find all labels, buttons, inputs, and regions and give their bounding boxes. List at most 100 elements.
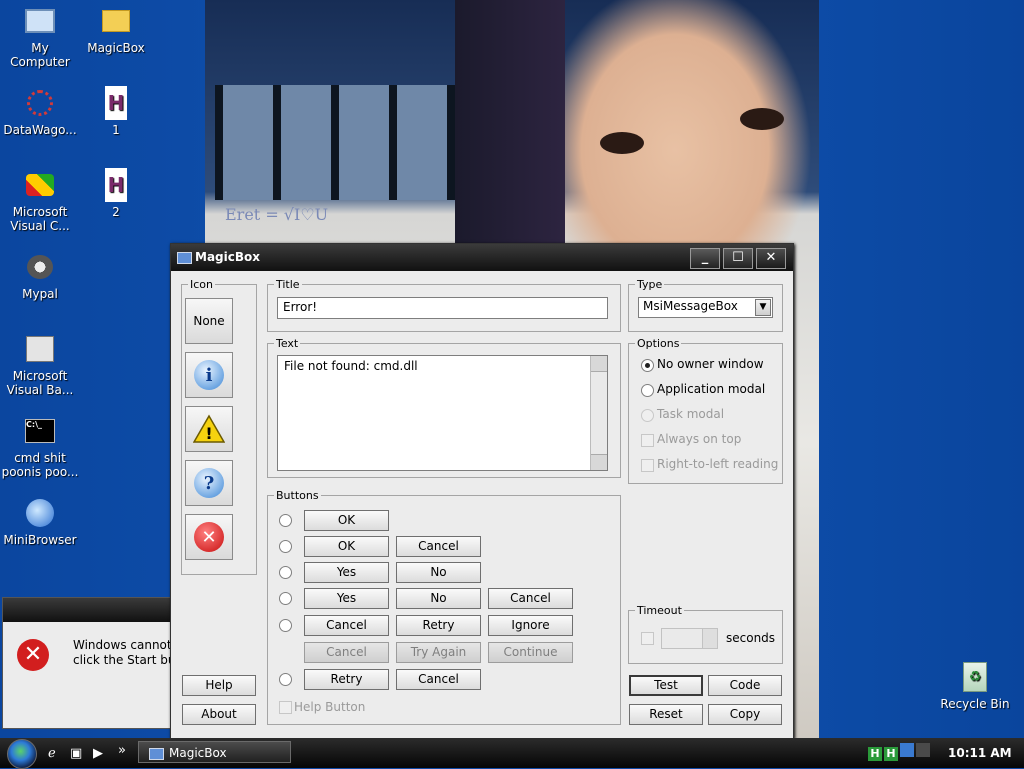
icon-error-button[interactable]: ✕	[185, 514, 233, 560]
desktop-icon-label: Microsoft Visual C...	[10, 205, 70, 233]
icon-none-button[interactable]: None	[185, 298, 233, 344]
retry-button-option[interactable]: Retry	[396, 615, 481, 636]
message-text-area[interactable]: File not found: cmd.dll	[277, 355, 608, 471]
magicbox-titlebar[interactable]: MagicBox _ ☐ ✕	[171, 244, 793, 271]
tray-network-icon[interactable]	[900, 743, 914, 757]
buttons-group-legend: Buttons	[276, 489, 319, 502]
desktop-icon-visual-c[interactable]: Microsoft Visual C...	[0, 168, 80, 233]
tray-h-icon[interactable]: H	[884, 747, 898, 761]
information-icon: i	[194, 360, 224, 390]
internet-explorer-icon[interactable]: ℯ	[48, 746, 56, 761]
raccoon-icon	[23, 250, 57, 284]
always-on-top-checkbox[interactable]	[641, 434, 654, 447]
yes-button-option[interactable]: Yes	[304, 588, 389, 609]
task-modal-radio[interactable]	[641, 409, 654, 422]
taskbar-clock[interactable]: 10:11 AM	[948, 746, 1012, 760]
spinner-arrows-icon[interactable]	[702, 629, 717, 648]
error-icon: ✕	[17, 639, 49, 671]
system-tray: HH	[868, 743, 932, 761]
scroll-down-arrow-icon[interactable]	[591, 454, 607, 470]
timeout-checkbox[interactable]	[641, 632, 654, 645]
tray-shield-icon[interactable]	[916, 743, 930, 757]
buttons-row-3-radio[interactable]	[279, 566, 292, 579]
about-button[interactable]: About	[182, 704, 256, 725]
media-player-icon[interactable]: ▶	[93, 746, 103, 761]
right-to-left-checkbox[interactable]	[641, 459, 654, 472]
retry-button-option[interactable]: Retry	[304, 669, 389, 690]
minimize-button[interactable]: _	[690, 248, 720, 269]
ignore-button-option[interactable]: Ignore	[488, 615, 573, 636]
magicbox-app-icon	[149, 748, 164, 760]
start-orb-icon[interactable]	[7, 739, 37, 769]
desktop-icon-label: Microsoft Visual Ba...	[6, 369, 74, 397]
desktop-icon-2[interactable]: H 2	[76, 168, 156, 219]
continue-button-option[interactable]: Continue	[488, 642, 573, 663]
taskbar-button-label: MagicBox	[169, 746, 227, 760]
help-button-checkbox[interactable]	[279, 701, 292, 714]
buttons-row-7-radio[interactable]	[279, 673, 292, 686]
visual-c-icon	[23, 168, 57, 202]
buttons-row-2-radio[interactable]	[279, 540, 292, 553]
timeout-spinner-input[interactable]	[661, 628, 718, 649]
h-document-icon: H	[105, 168, 127, 202]
desktop-icon-mypal[interactable]: Mypal	[0, 250, 80, 301]
maximize-button[interactable]: ☐	[723, 248, 753, 269]
desktop-icon-magicbox[interactable]: MagicBox	[76, 4, 156, 55]
desktop-icon-datawago[interactable]: DataWago...	[0, 86, 80, 137]
no-button-option[interactable]: No	[396, 562, 481, 583]
title-input[interactable]: Error!	[277, 297, 608, 319]
code-button[interactable]: Code	[708, 675, 782, 696]
tray-h-icon[interactable]: H	[868, 747, 882, 761]
text-scrollbar[interactable]	[590, 356, 607, 470]
computer-icon	[23, 4, 57, 38]
desktop-icon-my-computer[interactable]: My Computer	[0, 4, 80, 69]
type-select[interactable]: MsiMessageBox ▼	[638, 297, 773, 318]
buttons-row-4-radio[interactable]	[279, 592, 292, 605]
close-button[interactable]: ✕	[756, 248, 786, 269]
desktop-icon-minibrowser[interactable]: MiniBrowser	[0, 496, 80, 547]
buttons-row-1-radio[interactable]	[279, 514, 292, 527]
icon-warning-button[interactable]: !	[185, 406, 233, 452]
copy-button[interactable]: Copy	[708, 704, 782, 725]
buttons-row-5-radio[interactable]	[279, 619, 292, 632]
icon-information-button[interactable]: i	[185, 352, 233, 398]
no-button-option[interactable]: No	[396, 588, 481, 609]
scroll-up-arrow-icon[interactable]	[591, 356, 607, 372]
cancel-button-option[interactable]: Cancel	[488, 588, 573, 609]
cancel-button-option[interactable]: Cancel	[396, 669, 481, 690]
ok-button-option[interactable]: OK	[304, 510, 389, 531]
ok-button-option[interactable]: OK	[304, 536, 389, 557]
chevron-down-icon[interactable]: ▼	[755, 299, 771, 316]
desktop-icon-cmd[interactable]: C:\_ cmd shit poonis poo...	[0, 414, 80, 479]
cancel-button-option[interactable]: Cancel	[304, 615, 389, 636]
timeout-unit-label: seconds	[726, 631, 776, 645]
icon-question-button[interactable]: ?	[185, 460, 233, 506]
yes-button-option[interactable]: Yes	[304, 562, 389, 583]
desktop-icon-label: MiniBrowser	[3, 533, 77, 547]
warning-icon: !	[193, 414, 225, 443]
desktop-icon-recycle-bin[interactable]: ♻ Recycle Bin	[935, 660, 1015, 711]
try-again-button-option[interactable]: Try Again	[396, 642, 481, 663]
desktop-icon-visual-basic[interactable]: Microsoft Visual Ba...	[0, 332, 80, 397]
desktop-icon-label: 1	[112, 123, 120, 137]
no-owner-window-radio[interactable]	[641, 359, 654, 372]
cancel-button-option-disabled[interactable]: Cancel	[304, 642, 389, 663]
cancel-button-option[interactable]: Cancel	[396, 536, 481, 557]
application-modal-radio[interactable]	[641, 384, 654, 397]
window-title: MagicBox	[195, 250, 260, 264]
task-modal-label: Task modal	[657, 407, 725, 421]
reset-button[interactable]: Reset	[629, 704, 703, 725]
wallpaper-scribble: Eret = √I♡U	[225, 205, 329, 224]
quicklaunch-more-icon[interactable]: »	[118, 743, 126, 758]
show-desktop-icon[interactable]: ▣	[70, 746, 82, 761]
desktop-icon-label: Recycle Bin	[940, 697, 1010, 711]
taskbar-button-magicbox[interactable]: MagicBox	[138, 741, 291, 763]
test-button[interactable]: Test	[629, 675, 703, 696]
error-message-line-1: Windows cannot f	[73, 638, 180, 652]
desktop-icon-1[interactable]: H 1	[76, 86, 156, 137]
h-document-icon: H	[105, 86, 127, 120]
help-button[interactable]: Help	[182, 675, 256, 696]
globe-icon	[23, 496, 57, 530]
type-select-value: MsiMessageBox	[643, 299, 738, 313]
visual-basic-icon	[23, 332, 57, 366]
